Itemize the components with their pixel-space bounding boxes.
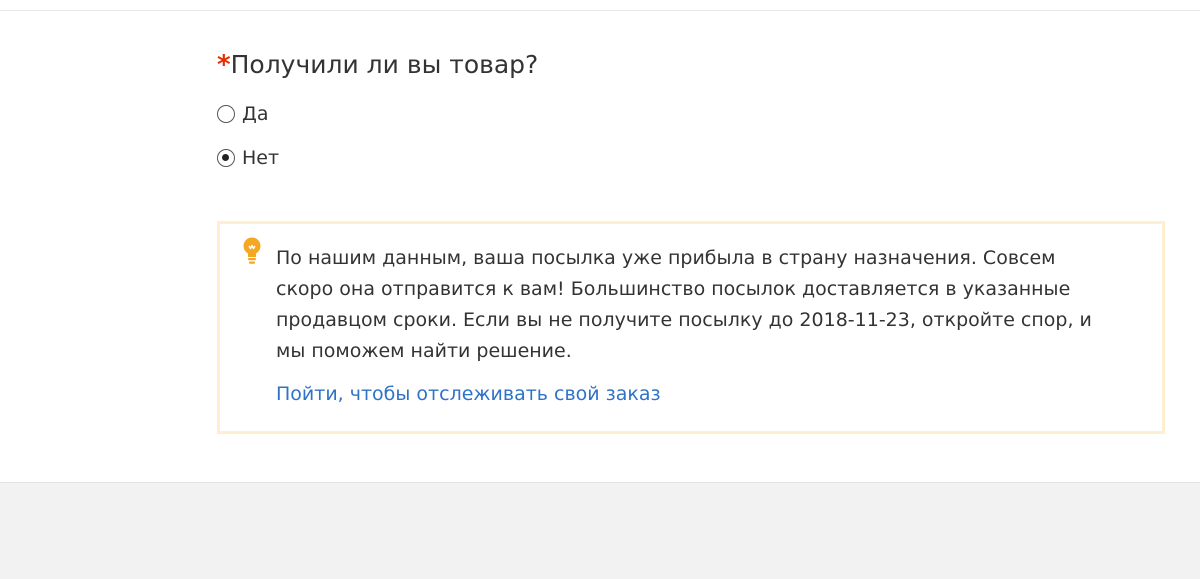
option-no-label[interactable]: Нет (242, 147, 279, 169)
lightbulb-icon (243, 237, 261, 264)
question-text: Получили ли вы товар? (230, 50, 539, 79)
option-no[interactable]: Нет (217, 147, 279, 169)
radio-no-selected[interactable] (217, 149, 235, 167)
footer-area (0, 482, 1200, 579)
top-divider (0, 0, 1200, 11)
radio-yes[interactable] (217, 105, 235, 123)
required-asterisk: * (217, 50, 231, 80)
option-yes-label[interactable]: Да (242, 103, 269, 125)
delivery-notice: По нашим данным, ваша посылка уже прибыл… (217, 221, 1165, 434)
received-goods-form: *Получили ли вы товар? Да Нет По нашим д… (0, 11, 1200, 482)
option-yes[interactable]: Да (217, 103, 269, 125)
track-order-link[interactable]: Пойти, чтобы отслеживать свой заказ (276, 382, 661, 406)
notice-message: По нашим данным, ваша посылка уже прибыл… (276, 247, 1092, 362)
question-title: *Получили ли вы товар? (217, 50, 538, 80)
